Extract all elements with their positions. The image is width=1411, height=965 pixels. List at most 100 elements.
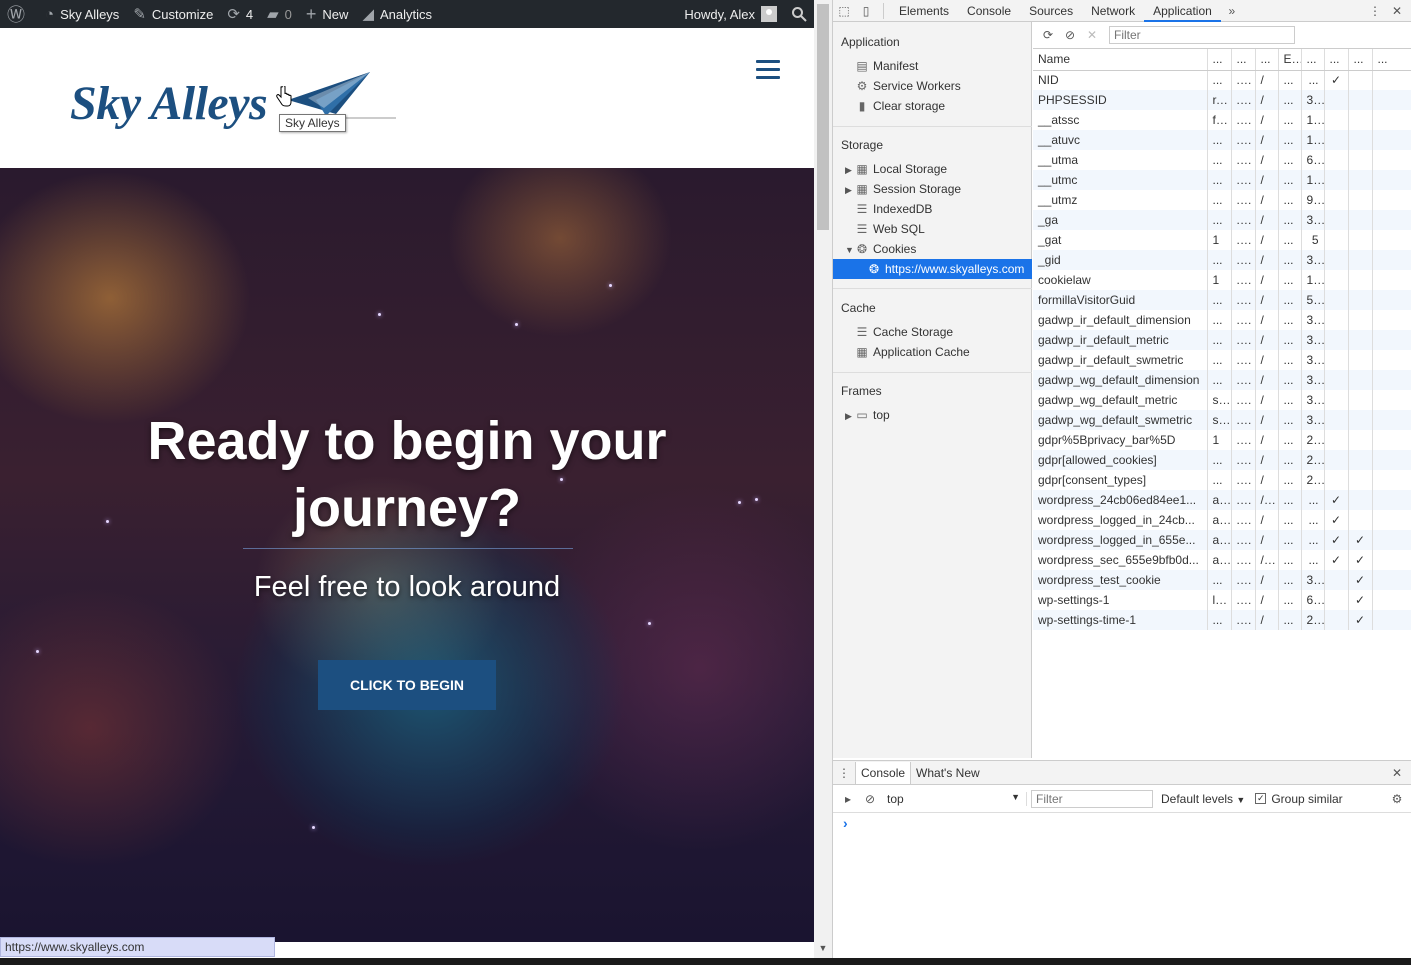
cookie-row[interactable]: _ga....... /... 30 [1033,210,1411,230]
sidebar-item-clear-storage[interactable]: ▮ Clear storage [833,96,1032,116]
account-menu[interactable]: Howdy, Alex [677,0,784,28]
more-tabs-icon[interactable]: » [1221,4,1243,18]
tab-elements[interactable]: Elements [890,0,958,22]
cookie-row[interactable]: NID....... /...... ✓ [1033,70,1411,90]
cookie-row[interactable]: gdpr%5Bprivacy_bar%5D 1.... /... 22 [1033,430,1411,450]
checkbox-checked-icon[interactable]: ✓ [1255,793,1267,804]
refresh-icon[interactable]: ⟳ [1037,28,1059,42]
tab-network[interactable]: Network [1082,0,1144,22]
cookies-column-header[interactable]: ... [1372,49,1411,71]
sidebar-item-session-storage[interactable]: ▶ ▦ Session Storage [833,179,1032,199]
tab-sources[interactable]: Sources [1020,0,1082,22]
cookie-row[interactable]: __utmz....... /... 97 [1033,190,1411,210]
cookie-row[interactable]: gadwp_wg_default_metric s....... /... 31 [1033,390,1411,410]
cookie-row[interactable]: formillaVisitorGuid....... /... 55 [1033,290,1411,310]
scroll-down-arrow-icon[interactable]: ▼ [814,940,832,956]
sidebar-item-manifest[interactable]: ▤ Manifest [833,56,1032,76]
cookie-row[interactable]: gdpr[consent_types]....... /... 25 [1033,470,1411,490]
page-scrollbar[interactable]: ▼ [814,0,832,958]
cookie-row[interactable]: wordpress_logged_in_24cb... a....... /....… [1033,510,1411,530]
cookie-row[interactable]: __utma....... /... 63 [1033,150,1411,170]
site-name-button[interactable]: ◔ Sky Alleys [38,0,126,28]
cookie-row[interactable]: __atssc f....... /... 19 [1033,110,1411,130]
cookie-row[interactable]: __utmc....... /... 15 [1033,170,1411,190]
cookie-row[interactable]: wp-settings-time-1....... /... 28 ✓ [1033,610,1411,630]
cookies-column-header[interactable]: ... [1324,49,1349,71]
cookie-row[interactable]: _gat 1.... /... 5 [1033,230,1411,250]
close-devtools-icon[interactable]: ✕ [1386,4,1408,18]
cookie-row[interactable]: cookielaw 1.... /... 10 [1033,270,1411,290]
sidebar-item-cache-storage[interactable]: ☰ Cache Storage [833,322,1032,342]
cookie-row[interactable]: _gid....... /... 31 [1033,250,1411,270]
sidebar-item-web-sql[interactable]: ☰ Web SQL [833,219,1032,239]
collapse-arrow-icon[interactable]: ▼ [845,240,855,260]
clear-all-icon[interactable]: ⊘ [1059,28,1081,42]
admin-search-button[interactable] [784,0,814,28]
database-icon: ☰ [856,202,868,216]
cookie-row[interactable]: gadwp_ir_default_dimension....... /... 35 [1033,310,1411,330]
inspect-element-icon[interactable]: ⬚ [833,4,855,18]
expand-arrow-icon[interactable]: ▶ [845,406,855,426]
drawer-tab-console[interactable]: Console [855,761,912,784]
scrollbar-thumb[interactable] [817,4,829,230]
customize-button[interactable]: ✎ Customize [126,0,220,28]
cookies-column-header[interactable]: ... [1207,49,1232,71]
cookie-row[interactable]: gadwp_wg_default_swmetric s....... /... 33 [1033,410,1411,430]
console-settings-gear-icon[interactable]: ⚙ [1386,792,1408,806]
log-levels-select[interactable]: Default levels ▼ [1161,792,1245,806]
analytics-button[interactable]: ◢ Analytics [355,0,439,28]
drawer-menu-icon[interactable]: ⋮ [833,766,855,780]
close-drawer-icon[interactable]: ✕ [1386,766,1408,780]
sidebar-item-indexeddb[interactable]: ☰ IndexedDB [833,199,1032,219]
expand-arrow-icon[interactable]: ▶ [845,180,855,200]
cookie-row[interactable]: wordpress_logged_in_655e... a....... /....… [1033,530,1411,550]
group-similar-toggle[interactable]: ✓ Group similar [1255,792,1343,806]
comments-button[interactable]: ▰ 0 [260,0,299,28]
cookie-cell: wordpress_logged_in_655e... [1033,530,1208,550]
wp-logo-button[interactable]: Ⓦ [0,0,38,28]
device-toolbar-icon[interactable]: ▯ [855,4,877,18]
context-select[interactable]: top ▼ [887,791,1027,806]
sidebar-item-service-workers[interactable]: ⚙ Service Workers [833,76,1032,96]
cookie-row[interactable]: wp-settings-1 li....... /... 68 ✓ [1033,590,1411,610]
sidebar-item-application-cache[interactable]: ▦ Application Cache [833,342,1032,362]
cookie-row[interactable]: wordpress_24cb06ed84ee1... a......./.....… [1033,490,1411,510]
comment-icon: ▰ [267,6,279,23]
cookies-column-header[interactable]: ... [1255,49,1279,71]
clear-console-icon[interactable]: ⊘ [859,792,881,806]
cookie-row[interactable]: gadwp_wg_default_dimension....... /... 35 [1033,370,1411,390]
sidebar-item-cookie-origin[interactable]: ❂ https://www.skyalleys.com [833,259,1032,279]
cookie-row[interactable]: wordpress_sec_655e9bfb0d... a......./....… [1033,550,1411,570]
cookie-row[interactable]: wordpress_test_cookie....... /... 36 ✓ [1033,570,1411,590]
console-prompt[interactable]: › [833,813,1411,833]
kebab-menu-icon[interactable]: ⋮ [1364,4,1386,18]
cookie-cell: .... [1231,590,1256,610]
cookie-filter-input[interactable] [1109,26,1295,44]
drawer-tab-whats-new[interactable]: What's New [911,762,985,784]
cookie-row[interactable]: __atuvc....... /... 12 [1033,130,1411,150]
cookies-column-header[interactable]: ... [1348,49,1373,71]
cookies-column-header[interactable]: ... [1231,49,1256,71]
click-to-begin-button[interactable]: CLICK TO BEGIN [318,660,496,710]
sidebar-item-frame-top[interactable]: ▶ ▭ top [833,405,1032,425]
updates-button[interactable]: ⟳ 4 [220,0,260,28]
delete-selected-icon[interactable]: ✕ [1081,28,1103,42]
cookie-row[interactable]: gdpr[allowed_cookies]....... /... 27 [1033,450,1411,470]
expand-arrow-icon[interactable]: ▶ [845,160,855,180]
cookie-row[interactable]: gadwp_ir_default_metric....... /... 38 [1033,330,1411,350]
console-filter-input[interactable] [1031,789,1153,808]
cookies-column-header[interactable]: ... [1301,49,1325,71]
cookie-cell: 1 [1207,230,1232,250]
sidebar-item-local-storage[interactable]: ▶ ▦ Local Storage [833,159,1032,179]
cookie-row[interactable]: PHPSESSID r....... /... 35 [1033,90,1411,110]
tab-application[interactable]: Application [1144,0,1221,22]
cookies-column-header[interactable]: E... [1278,49,1302,71]
cookies-column-header[interactable]: Name [1033,49,1208,71]
sidebar-toggle-icon[interactable]: ▸ [837,792,859,806]
tab-console[interactable]: Console [958,0,1020,22]
site-logo[interactable]: Sky Alleys [70,76,268,131]
new-content-button[interactable]: + New [299,0,356,28]
hamburger-menu-icon[interactable] [756,60,780,82]
sidebar-item-cookies[interactable]: ▼ ❂ Cookies [833,239,1032,259]
cookie-row[interactable]: gadwp_ir_default_swmetric....... /... 34 [1033,350,1411,370]
